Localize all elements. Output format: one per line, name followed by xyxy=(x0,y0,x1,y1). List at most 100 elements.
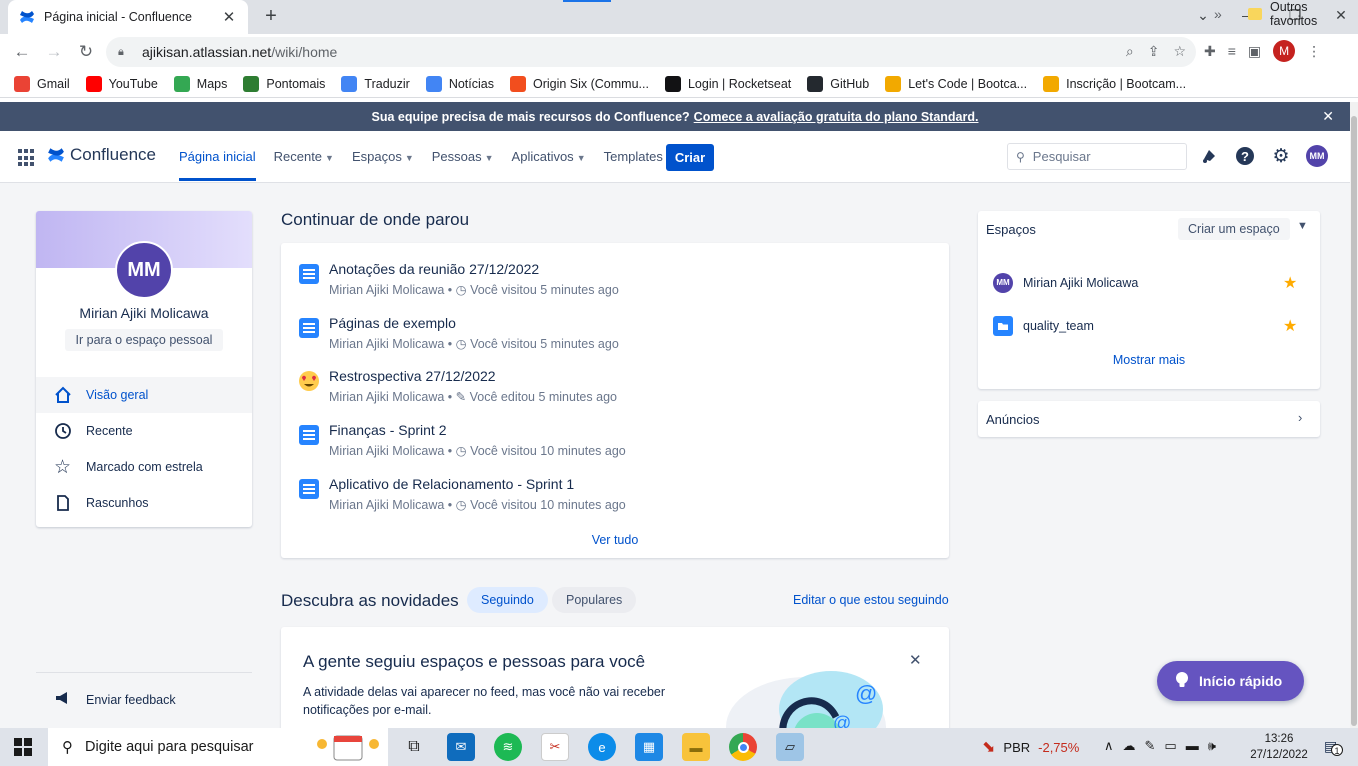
back-arrow-icon[interactable]: ← xyxy=(10,40,34,64)
bookmark-star-icon[interactable]: ☆ xyxy=(1173,43,1186,60)
snipping-tool-icon[interactable]: ✂ xyxy=(541,733,569,761)
create-button[interactable]: Criar xyxy=(666,144,714,171)
bookmark-item[interactable]: Origin Six (Commu... xyxy=(509,75,649,92)
network-icon[interactable]: ▭ xyxy=(1164,738,1176,754)
help-icon[interactable]: ? xyxy=(1234,145,1256,167)
bookmark-item[interactable]: Let's Code | Bootca... xyxy=(885,75,1027,92)
recent-item-title[interactable]: Finanças - Sprint 2 xyxy=(329,422,447,438)
nav-item[interactable]: Pessoas ▼ xyxy=(423,131,503,183)
bookmark-item[interactable]: Pontomais xyxy=(243,75,325,92)
send-feedback[interactable]: Enviar feedback xyxy=(36,672,252,709)
address-bar[interactable]: 🔒︎ ajikisan.atlassian.net/wiki/home ⌕ ⇪ … xyxy=(106,37,1196,67)
starred-icon[interactable]: ★ xyxy=(1283,273,1297,293)
menu-item-drafts[interactable]: Rascunhos xyxy=(36,485,252,521)
recent-item[interactable]: Aplicativo de Relacionamento - Sprint 1 M… xyxy=(298,476,938,520)
search-input[interactable]: ⚲ Pesquisar xyxy=(1007,143,1187,170)
space-item-quality-team[interactable]: quality_team xyxy=(993,314,1094,338)
recent-item-title[interactable]: Restrospectiva 27/12/2022 xyxy=(329,368,496,384)
bookmarks-overflow-icon[interactable]: » xyxy=(1214,6,1222,22)
starred-icon[interactable]: ★ xyxy=(1283,316,1297,336)
show-hidden-icons-chevron-icon[interactable]: ∧ xyxy=(1104,738,1114,754)
menu-item-starred[interactable]: ☆ Marcado com estrela xyxy=(36,449,252,485)
banner-trial-link[interactable]: Comece a avaliação gratuita do plano Sta… xyxy=(694,110,979,124)
mail-app-icon[interactable]: ✉ xyxy=(447,733,475,761)
user-avatar[interactable]: MM xyxy=(1306,145,1328,167)
space-item-personal[interactable]: MM Mirian Ajiki Molicawa xyxy=(993,271,1138,295)
nav-item[interactable]: Espaços ▼ xyxy=(343,131,423,183)
nav-item[interactable]: Página inicial xyxy=(170,131,265,183)
recent-item-title[interactable]: Aplicativo de Relacionamento - Sprint 1 xyxy=(329,476,574,492)
onedrive-icon[interactable]: ☁ xyxy=(1123,738,1136,754)
recent-item[interactable]: Anotações da reunião 27/12/2022 Mirian Aj… xyxy=(298,261,938,305)
spaces-collapse-chevron-icon[interactable]: ▼ xyxy=(1297,220,1308,232)
media-queue-icon[interactable]: ≡ xyxy=(1228,43,1236,59)
browser-tab[interactable]: Página inicial - Confluence ✕ xyxy=(8,0,248,34)
app-switcher-icon[interactable] xyxy=(18,149,36,167)
quick-start-button[interactable]: Início rápido xyxy=(1157,661,1304,701)
side-panel-icon[interactable]: ▣ xyxy=(1248,43,1261,60)
personal-space-button[interactable]: Ir para o espaço pessoal xyxy=(65,329,223,351)
bookmark-item[interactable]: Login | Rocketseat xyxy=(664,75,791,92)
nav-item[interactable]: Aplicativos ▼ xyxy=(503,131,595,183)
battery-icon[interactable]: ▬ xyxy=(1186,738,1199,754)
tab-following[interactable]: Seguindo xyxy=(467,587,548,613)
bookmark-item[interactable]: Notícias xyxy=(425,75,494,92)
task-view-icon[interactable]: ⧉ xyxy=(400,733,428,761)
file-explorer-icon[interactable]: ▬ xyxy=(682,733,710,761)
pen-device-icon[interactable]: ✎ xyxy=(1145,738,1156,754)
see-all-link[interactable]: Ver tudo xyxy=(281,533,949,547)
settings-gear-icon[interactable]: ⚙ xyxy=(1270,145,1292,167)
recent-item[interactable]: Páginas de exemplo Mirian Ajiki Molicawa … xyxy=(298,315,938,359)
menu-item-overview[interactable]: Visão geral xyxy=(36,377,252,413)
profile-avatar[interactable]: MM xyxy=(115,241,173,299)
taskbar-clock[interactable]: 13:26 27/12/2022 xyxy=(1248,731,1310,763)
notification-center-icon[interactable]: ▤ 1 xyxy=(1324,738,1343,756)
nav-item[interactable]: Recente ▼ xyxy=(265,131,343,183)
menu-item-recent[interactable]: Recente xyxy=(36,413,252,449)
bookmark-item[interactable]: YouTube xyxy=(85,75,158,92)
meta-separator: • xyxy=(447,390,453,404)
bookmark-item[interactable]: GitHub xyxy=(807,75,869,92)
confluence-logo[interactable]: Confluence xyxy=(47,145,156,165)
forward-arrow-icon[interactable]: → xyxy=(42,40,66,64)
show-more-spaces-link[interactable]: Mostrar mais xyxy=(978,353,1320,367)
nav-item[interactable]: Templates xyxy=(595,131,672,183)
recent-item[interactable]: Finanças - Sprint 2 Mirian Ajiki Molicawa… xyxy=(298,422,938,466)
microsoft-store-icon[interactable]: ▦ xyxy=(635,733,663,761)
chrome-browser-icon[interactable] xyxy=(729,733,757,761)
recent-item[interactable]: Restrospectiva 27/12/2022 Mirian Ajiki Mo… xyxy=(298,368,938,412)
spotify-app-icon[interactable]: ≋ xyxy=(494,733,522,761)
chrome-profile-avatar[interactable]: M xyxy=(1273,40,1296,62)
reload-icon[interactable]: ↻ xyxy=(74,40,98,64)
windows-start-icon[interactable] xyxy=(14,738,32,756)
edit-following-link[interactable]: Editar o que estou seguindo xyxy=(793,593,949,607)
edge-browser-icon[interactable]: e xyxy=(588,733,616,761)
new-tab-button[interactable]: + xyxy=(260,5,282,27)
page-scrollbar[interactable] xyxy=(1350,102,1358,728)
pencil-icon: ✎ xyxy=(455,390,467,404)
announcements-card[interactable]: Anúncios › xyxy=(978,401,1320,437)
notifications-bell-icon[interactable] xyxy=(1198,145,1220,167)
banner-close-icon[interactable]: ✕ xyxy=(1322,108,1334,125)
tab-popular[interactable]: Populares xyxy=(552,587,637,613)
feed-card-close-icon[interactable]: ✕ xyxy=(909,651,922,669)
recent-item-title[interactable]: Páginas de exemplo xyxy=(329,315,456,331)
volume-icon[interactable]: 🕪︎ xyxy=(1208,738,1216,754)
notepad-app-icon[interactable]: ▱ xyxy=(776,733,804,761)
chrome-menu-icon[interactable]: ⋮ xyxy=(1307,43,1321,60)
extensions-puzzle-icon[interactable]: ✚ xyxy=(1204,43,1216,60)
clock-date: 27/12/2022 xyxy=(1250,749,1308,761)
taskbar-search-input[interactable]: ⚲ Digite aqui para pesquisar xyxy=(48,728,388,766)
bookmark-item[interactable]: Gmail xyxy=(14,75,70,92)
bookmark-item[interactable]: Maps xyxy=(173,75,227,92)
bookmark-item[interactable]: Inscrição | Bootcam... xyxy=(1043,75,1186,92)
share-icon[interactable]: ⇪ xyxy=(1148,43,1160,60)
zoom-icon[interactable]: ⌕ xyxy=(1126,43,1134,60)
other-bookmarks-folder[interactable]: Outros favoritos xyxy=(1248,0,1358,28)
nav-item-label: Página inicial xyxy=(179,149,256,164)
create-space-button[interactable]: Criar um espaço xyxy=(1178,218,1290,240)
bookmark-item[interactable]: Traduzir xyxy=(341,75,410,92)
stock-widget[interactable]: ⬊ PBR -2,75% xyxy=(982,728,1079,766)
recent-item-title[interactable]: Anotações da reunião 27/12/2022 xyxy=(329,261,539,277)
tab-close-icon[interactable]: ✕ xyxy=(220,8,238,26)
